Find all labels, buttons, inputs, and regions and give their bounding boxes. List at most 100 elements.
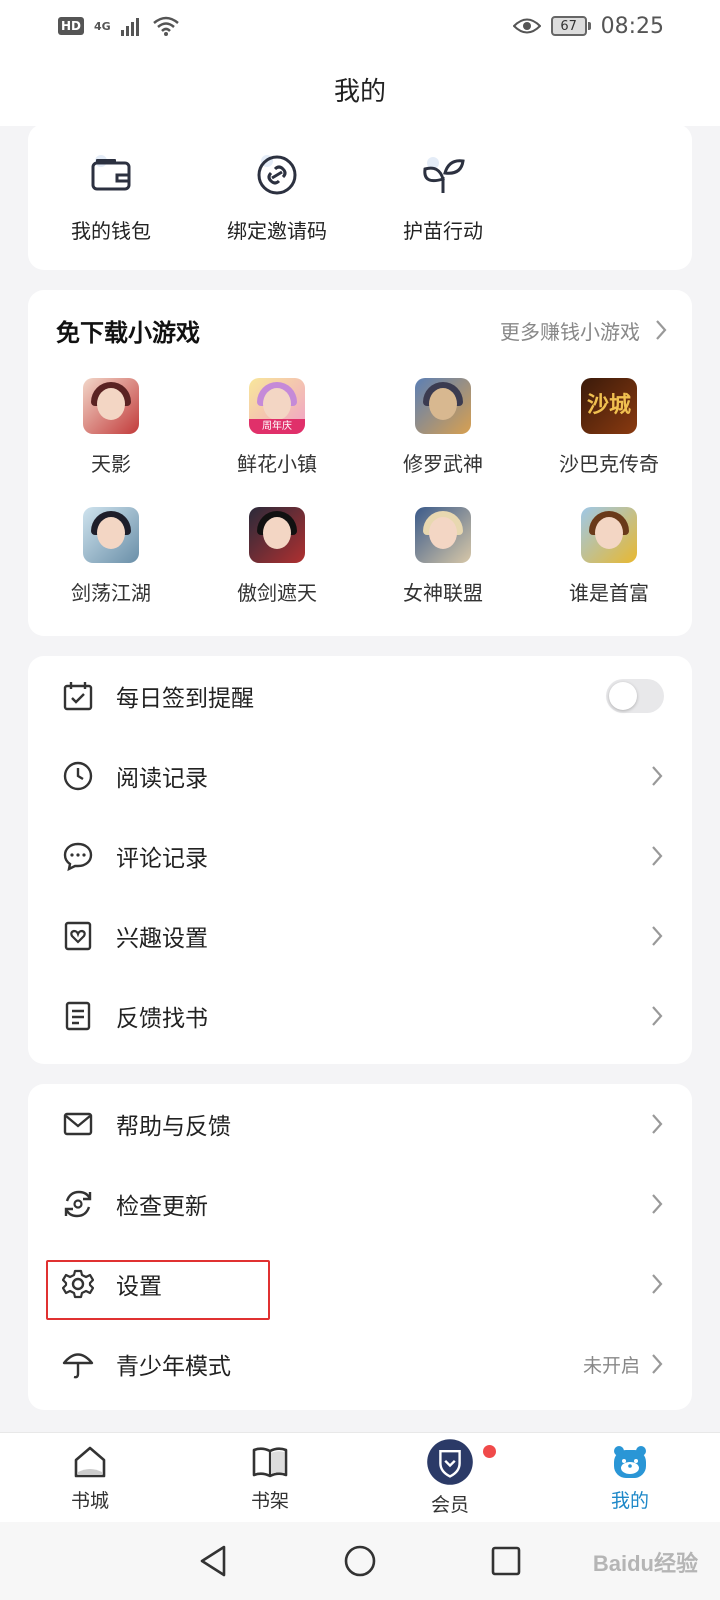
feedback-find-book-row[interactable]: 反馈找书 xyxy=(28,976,692,1056)
row-label: 检查更新 xyxy=(116,1194,208,1220)
game-icon-aojian xyxy=(249,507,305,563)
chevron-right-icon xyxy=(652,1006,663,1026)
back-triangle-icon[interactable] xyxy=(196,1543,232,1579)
refresh-icon xyxy=(64,1190,92,1218)
bear-face-icon xyxy=(614,1446,646,1478)
game-item[interactable]: 谁是首富 xyxy=(526,507,692,606)
shortcut-label: 护苗行动 xyxy=(403,218,483,243)
teen-mode-status: 未开启 xyxy=(583,1351,664,1378)
document-icon xyxy=(65,1001,91,1031)
game-label: 修罗武神 xyxy=(403,452,483,476)
vip-shield-icon xyxy=(427,1439,473,1485)
more-games-link[interactable]: 更多赚钱小游戏 xyxy=(500,316,668,345)
chevron-right-icon xyxy=(652,846,663,866)
checkin-reminder-toggle[interactable] xyxy=(606,679,664,713)
mini-games-grid: 天影 周年庆 鲜花小镇 修罗武神 沙城 沙巴克传奇 剑荡江湖 傲剑遮天 女神联盟… xyxy=(28,378,692,606)
row-label: 评论记录 xyxy=(116,846,208,872)
settings-row[interactable]: 设置 xyxy=(28,1244,692,1324)
umbrella-icon xyxy=(62,1353,94,1379)
game-item[interactable]: 剑荡江湖 xyxy=(28,507,194,606)
reading-history-row[interactable]: 阅读记录 xyxy=(28,736,692,816)
nav-vip[interactable]: 会员 xyxy=(360,1433,540,1522)
shortcut-label: 绑定邀请码 xyxy=(227,218,327,243)
heart-frame-icon xyxy=(64,921,92,951)
status-left: HD 4G xyxy=(58,16,179,36)
mail-icon xyxy=(63,1112,93,1136)
nav-bookstore[interactable]: 书城 xyxy=(0,1433,180,1522)
network-label: 4G xyxy=(94,19,111,33)
interest-settings-row[interactable]: 兴趣设置 xyxy=(28,896,692,976)
game-item[interactable]: 傲剑遮天 xyxy=(194,507,360,606)
page-title: 我的 xyxy=(333,76,386,107)
nav-label: 会员 xyxy=(430,1494,469,1516)
page-header: 我的 xyxy=(0,52,720,126)
wallet-shortcut[interactable]: 我的钱包 xyxy=(28,151,194,244)
teen-mode-row[interactable]: 青少年模式 未开启 xyxy=(28,1324,692,1404)
game-label: 傲剑遮天 xyxy=(237,581,317,605)
row-label: 设置 xyxy=(116,1274,162,1300)
calendar-check-icon xyxy=(63,682,93,711)
row-label: 帮助与反馈 xyxy=(116,1114,231,1140)
chevron-right-icon xyxy=(652,926,663,946)
game-icon-shabake: 沙城 xyxy=(581,378,637,434)
mini-games-header: 免下载小游戏 更多赚钱小游戏 xyxy=(56,312,668,348)
game-icon-richest xyxy=(581,507,637,563)
row-label: 反馈找书 xyxy=(116,1006,208,1032)
game-label: 沙巴克传奇 xyxy=(559,452,659,476)
comment-history-row[interactable]: 评论记录 xyxy=(28,816,692,896)
game-item[interactable]: 修罗武神 xyxy=(360,378,526,477)
menu-group-2: 帮助与反馈 检查更新 设置 青少年模式 未开启 xyxy=(28,1084,692,1410)
notification-dot xyxy=(483,1445,496,1458)
protect-seedling-shortcut[interactable]: 护苗行动 xyxy=(360,151,526,244)
sprout-icon xyxy=(423,156,465,193)
game-badge: 周年庆 xyxy=(249,419,305,434)
game-item[interactable]: 沙城 沙巴克传奇 xyxy=(526,378,692,477)
house-icon xyxy=(74,1446,106,1478)
game-item[interactable]: 周年庆 鲜花小镇 xyxy=(194,378,360,477)
chevron-right-icon xyxy=(652,1354,663,1374)
row-label: 兴趣设置 xyxy=(116,926,208,952)
shortcut-label: 我的钱包 xyxy=(71,218,151,243)
game-label: 鲜花小镇 xyxy=(237,452,317,476)
chevron-right-icon xyxy=(652,1274,663,1294)
recents-square-icon[interactable] xyxy=(488,1543,524,1579)
bottom-navigation: 书城 书架 会员 我的 xyxy=(0,1432,720,1522)
signal-icon xyxy=(120,18,139,36)
status-right: 67 08:25 xyxy=(512,13,664,39)
link-icon xyxy=(257,154,297,194)
row-label: 每日签到提醒 xyxy=(116,686,254,712)
status-bar: HD 4G 67 08:25 xyxy=(0,0,720,52)
home-circle-icon[interactable] xyxy=(342,1543,378,1579)
book-icon xyxy=(252,1447,288,1478)
nav-mine[interactable]: 我的 xyxy=(540,1433,720,1522)
game-icon-tianying xyxy=(83,378,139,434)
daily-checkin-reminder-row[interactable]: 每日签到提醒 xyxy=(28,656,692,736)
teen-mode-value: 未开启 xyxy=(582,1354,640,1377)
chevron-right-icon xyxy=(652,1114,663,1134)
nav-label: 书城 xyxy=(70,1490,109,1512)
chat-bubble-icon xyxy=(63,842,93,872)
wifi-icon xyxy=(152,16,179,36)
nav-label: 我的 xyxy=(610,1490,649,1512)
game-item[interactable]: 天影 xyxy=(28,378,194,477)
help-feedback-row[interactable]: 帮助与反馈 xyxy=(28,1084,692,1164)
row-label: 阅读记录 xyxy=(116,766,208,792)
check-update-row[interactable]: 检查更新 xyxy=(28,1164,692,1244)
hd-icon: HD xyxy=(58,17,85,35)
chevron-right-icon xyxy=(652,1194,663,1214)
wallet-icon xyxy=(91,154,131,190)
game-icon-goddess xyxy=(415,507,471,563)
game-item[interactable]: 女神联盟 xyxy=(360,507,526,606)
game-label: 天影 xyxy=(91,452,131,476)
game-icon-xiuluo xyxy=(415,378,471,434)
chevron-right-icon xyxy=(656,320,667,340)
shortcuts-card: 我的钱包 绑定邀请码 护苗行动 xyxy=(28,124,692,270)
game-label: 谁是首富 xyxy=(569,581,649,605)
invite-code-shortcut[interactable]: 绑定邀请码 xyxy=(194,151,360,244)
nav-bookshelf[interactable]: 书架 xyxy=(180,1433,360,1522)
game-label: 女神联盟 xyxy=(403,581,483,605)
eye-icon xyxy=(512,18,541,34)
clock-time: 08:25 xyxy=(600,13,664,39)
mini-games-title: 免下载小游戏 xyxy=(56,318,200,347)
nav-label: 书架 xyxy=(250,1490,289,1512)
